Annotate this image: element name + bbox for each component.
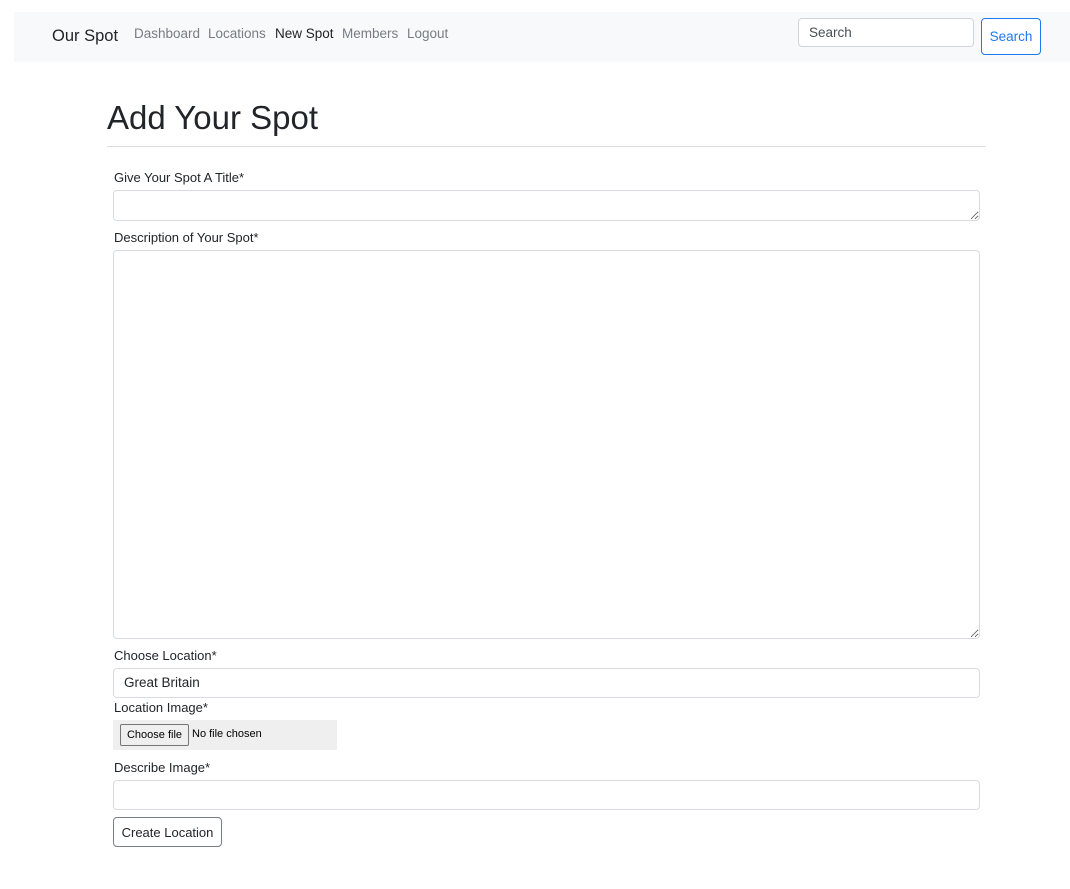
nav-link-dashboard[interactable]: Dashboard	[134, 26, 200, 41]
image-label: Location Image*	[114, 700, 208, 715]
choose-file-button[interactable]: Choose file	[120, 724, 189, 746]
image-description-field[interactable]	[113, 780, 980, 810]
page-title: Add Your Spot	[107, 99, 319, 136]
description-field[interactable]	[113, 250, 980, 639]
search-input[interactable]	[798, 18, 974, 47]
create-location-button[interactable]: Create Location	[113, 817, 222, 847]
brand-link[interactable]: Our Spot	[52, 27, 118, 46]
title-label: Give Your Spot A Title*	[114, 170, 245, 185]
title-field[interactable]	[113, 190, 980, 221]
nav-link-locations[interactable]: Locations	[208, 26, 266, 41]
file-status-text: No file chosen	[192, 728, 262, 740]
location-select[interactable]: Great Britain	[113, 668, 980, 698]
file-input: Choose file No file chosen	[113, 720, 337, 750]
search-button[interactable]: Search	[981, 18, 1041, 55]
nav-link-new-spot[interactable]: New Spot	[275, 26, 334, 41]
location-label: Choose Location*	[114, 648, 217, 663]
nav-link-members[interactable]: Members	[342, 26, 398, 41]
title-divider	[107, 146, 986, 147]
image-description-label: Describe Image*	[114, 760, 211, 775]
nav-link-logout[interactable]: Logout	[407, 26, 448, 41]
navbar: Our Spot Dashboard Locations New Spot Me…	[14, 12, 1070, 62]
description-label: Description of Your Spot*	[114, 230, 259, 245]
